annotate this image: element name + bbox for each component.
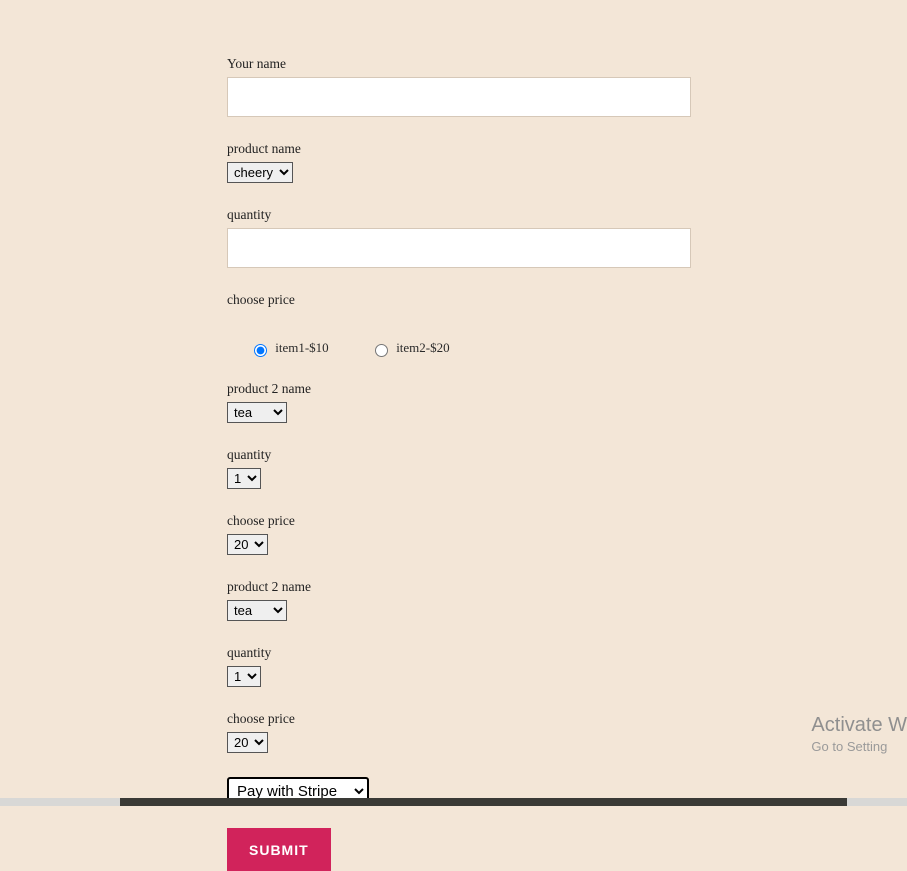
price1-radio1[interactable] bbox=[254, 344, 267, 357]
name-input[interactable] bbox=[227, 77, 691, 117]
product2b-label: product 2 name bbox=[227, 579, 691, 595]
payment-form: Your name product name cheery quantity c… bbox=[227, 56, 691, 871]
windows-activation-watermark: Activate W Go to Setting bbox=[811, 714, 907, 754]
product2a-group: product 2 name tea bbox=[227, 381, 691, 423]
product2a-label: product 2 name bbox=[227, 381, 691, 397]
price1-option2-wrap[interactable]: item2-$20 bbox=[370, 340, 450, 355]
product2b-select[interactable]: tea bbox=[227, 600, 287, 621]
price1-option2-label: item2-$20 bbox=[396, 340, 449, 355]
product1-label: product name bbox=[227, 141, 691, 157]
price1-radio-row: item1-$10 item2-$20 bbox=[249, 340, 691, 357]
product2b-group: product 2 name tea bbox=[227, 579, 691, 621]
quantity1-input[interactable] bbox=[227, 228, 691, 268]
product2a-select[interactable]: tea bbox=[227, 402, 287, 423]
submit-button[interactable]: SUBMIT bbox=[227, 828, 331, 871]
taskbar-sliver bbox=[0, 798, 907, 806]
quantity1-label: quantity bbox=[227, 207, 691, 223]
price1-group: choose price item1-$10 item2-$20 bbox=[227, 292, 691, 357]
quantity1-group: quantity bbox=[227, 207, 691, 268]
quantity2b-select[interactable]: 1 bbox=[227, 666, 261, 687]
quantity2a-label: quantity bbox=[227, 447, 691, 463]
price2a-group: choose price 20 bbox=[227, 513, 691, 555]
quantity2a-select[interactable]: 1 bbox=[227, 468, 261, 489]
price1-option1-label: item1-$10 bbox=[275, 340, 328, 355]
product1-select[interactable]: cheery bbox=[227, 162, 293, 183]
price1-radio2[interactable] bbox=[375, 344, 388, 357]
price1-label: choose price bbox=[227, 292, 691, 308]
name-group: Your name bbox=[227, 56, 691, 117]
price2a-select[interactable]: 20 bbox=[227, 534, 268, 555]
product1-group: product name cheery bbox=[227, 141, 691, 183]
quantity2a-group: quantity 1 bbox=[227, 447, 691, 489]
watermark-subtitle: Go to Setting bbox=[811, 739, 907, 754]
price2a-label: choose price bbox=[227, 513, 691, 529]
quantity2b-label: quantity bbox=[227, 645, 691, 661]
name-label: Your name bbox=[227, 56, 691, 72]
quantity2b-group: quantity 1 bbox=[227, 645, 691, 687]
price2b-group: choose price 20 bbox=[227, 711, 691, 753]
price2b-label: choose price bbox=[227, 711, 691, 727]
price1-option1-wrap[interactable]: item1-$10 bbox=[249, 340, 332, 355]
watermark-title: Activate W bbox=[811, 714, 907, 737]
